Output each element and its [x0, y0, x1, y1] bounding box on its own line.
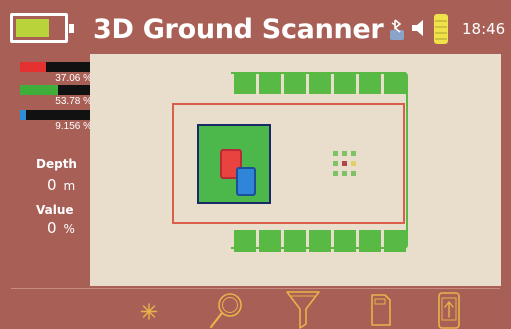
channel-red-bar: [20, 62, 90, 72]
battery-level: [16, 19, 50, 37]
depth-value: 0: [47, 176, 57, 194]
cursor-dot: [333, 161, 338, 166]
value-unit: %: [63, 222, 75, 236]
channel-blue-fill: [20, 110, 27, 120]
target-cavity-blue[interactable]: [236, 167, 256, 196]
channel-red-value: 37.06 %: [55, 73, 92, 84]
sd-card-icon[interactable]: [365, 289, 395, 329]
cursor-dot: [342, 171, 347, 176]
channel-blue: 9.156 %: [20, 110, 92, 133]
battery-icon: [10, 13, 74, 43]
value-value: 0: [47, 219, 57, 237]
app-title: 3D Ground Scanner: [93, 14, 384, 45]
depth-label: Depth: [36, 157, 77, 171]
cursor-dot: [351, 151, 356, 156]
channel-green-bar: [20, 85, 90, 95]
clock: 18:46: [462, 20, 506, 38]
channel-green-value: 53.78 %: [55, 96, 92, 107]
depth-unit: m: [63, 179, 76, 193]
channel-blue-bar: [20, 110, 90, 120]
cursor-center-dot: [342, 161, 347, 166]
phone-export-icon[interactable]: [434, 289, 464, 329]
battery-tip: [69, 24, 74, 33]
filter-icon[interactable]: [283, 289, 323, 329]
scanner-screen: 3D Ground Scanner 18:46 37.06 % 53.78 % …: [0, 0, 511, 329]
magnifier-icon[interactable]: [206, 289, 246, 329]
bluetooth-icon[interactable]: [390, 18, 404, 40]
side-panel: 37.06 % 53.78 % 9.156 % Depth 0m Value 0…: [10, 54, 92, 297]
cursor-dot: [333, 151, 338, 156]
cursor-dot: [342, 151, 347, 156]
signal-level-icon: [434, 14, 448, 44]
channel-red: 37.06 %: [20, 62, 92, 85]
channel-blue-value: 9.156 %: [55, 121, 92, 132]
cursor-dot: [333, 171, 338, 176]
sparkle-icon[interactable]: [137, 289, 161, 329]
cursor-dot: [351, 161, 356, 166]
bottom-toolbar: [11, 288, 500, 329]
cursor-dot: [351, 171, 356, 176]
value-label: Value: [36, 203, 74, 217]
speaker-icon[interactable]: [410, 18, 430, 38]
channel-green-fill: [20, 85, 58, 95]
value-readout: 0%: [47, 219, 75, 238]
channel-green: 53.78 %: [20, 85, 92, 108]
depth-readout: 0m: [47, 176, 75, 195]
channel-red-fill: [20, 62, 46, 72]
